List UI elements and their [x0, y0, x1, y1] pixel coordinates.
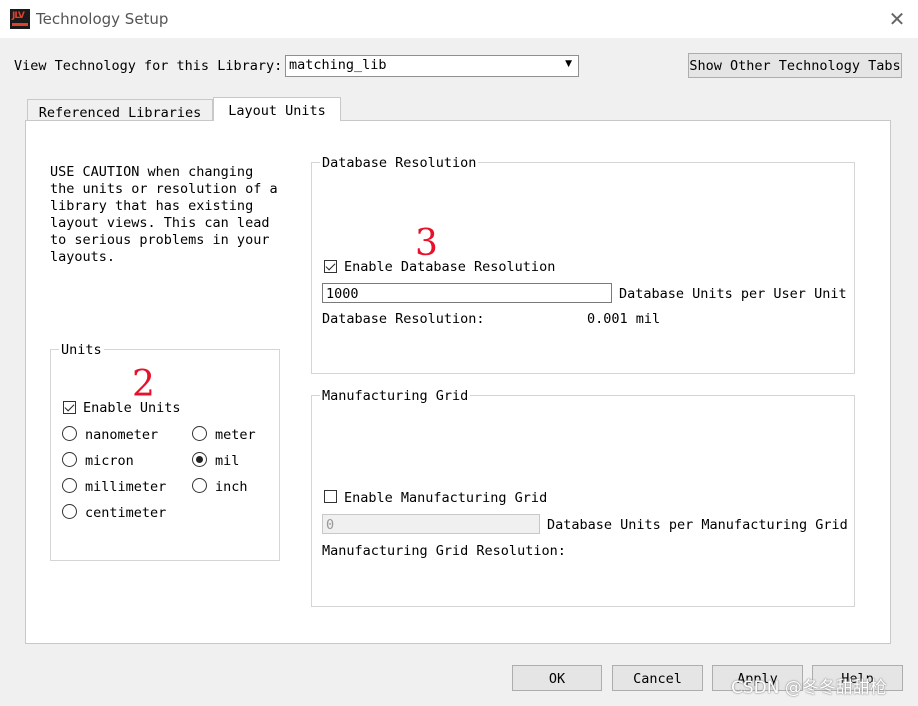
centimeter-label: centimeter: [85, 505, 167, 521]
units-group-title: Units: [59, 342, 104, 358]
radio-centimeter[interactable]: [62, 504, 77, 519]
enable-db-resolution-label: Enable Database Resolution: [344, 259, 556, 275]
mfg-grid-input[interactable]: 0: [322, 514, 540, 534]
mil-label: mil: [215, 453, 240, 469]
cancel-button[interactable]: Cancel: [612, 665, 703, 691]
radio-meter[interactable]: [192, 426, 207, 441]
mfg-grid-resolution-label: Manufacturing Grid Resolution:: [322, 543, 566, 559]
db-resolution-title: Database Resolution: [320, 155, 479, 171]
mfg-grid-title: Manufacturing Grid: [320, 388, 471, 404]
inch-label: inch: [215, 479, 248, 495]
app-icon: JLV: [10, 9, 30, 29]
tab-referenced-libraries[interactable]: Referenced Libraries: [27, 99, 213, 121]
enable-db-resolution-checkbox[interactable]: [324, 260, 337, 273]
nanometer-label: nanometer: [85, 427, 159, 443]
micron-label: micron: [85, 453, 134, 469]
ok-button[interactable]: OK: [512, 665, 602, 691]
db-resolution-label: Database Resolution:: [322, 311, 485, 327]
radio-nanometer[interactable]: [62, 426, 77, 441]
radio-mil[interactable]: [192, 452, 207, 467]
window-title: Technology Setup: [36, 10, 169, 28]
dropdown-arrow-icon[interactable]: ▼: [565, 59, 572, 69]
db-resolution-value: 0.001 mil: [587, 311, 661, 327]
millimeter-label: millimeter: [85, 479, 167, 495]
radio-inch[interactable]: [192, 478, 207, 493]
radio-millimeter[interactable]: [62, 478, 77, 493]
close-icon[interactable]: ✕: [884, 6, 910, 32]
show-other-tabs-button[interactable]: Show Other Technology Tabs: [688, 53, 902, 78]
library-select[interactable]: matching_lib ▼: [285, 55, 579, 77]
enable-mfg-grid-checkbox[interactable]: [324, 490, 337, 503]
radio-micron[interactable]: [62, 452, 77, 467]
annotation-2: 2: [132, 364, 155, 405]
enable-mfg-grid-label: Enable Manufacturing Grid: [344, 490, 548, 506]
caution-text: USE CAUTION when changing the units or r…: [50, 164, 278, 265]
db-units-input[interactable]: 1000: [322, 283, 612, 303]
tab-layout-units[interactable]: Layout Units: [213, 97, 341, 121]
db-units-label: Database Units per User Unit: [619, 286, 847, 302]
library-label: View Technology for this Library:: [14, 58, 283, 74]
annotation-3: 3: [415, 223, 438, 264]
csdn-watermark: CSDN @冬冬甜甜枪: [731, 678, 887, 698]
enable-units-checkbox[interactable]: [63, 401, 76, 414]
meter-label: meter: [215, 427, 256, 443]
library-select-value: matching_lib: [289, 57, 387, 73]
mfg-grid-units-label: Database Units per Manufacturing Grid: [547, 517, 848, 533]
title-bar: JLV Technology Setup ✕: [0, 0, 918, 38]
